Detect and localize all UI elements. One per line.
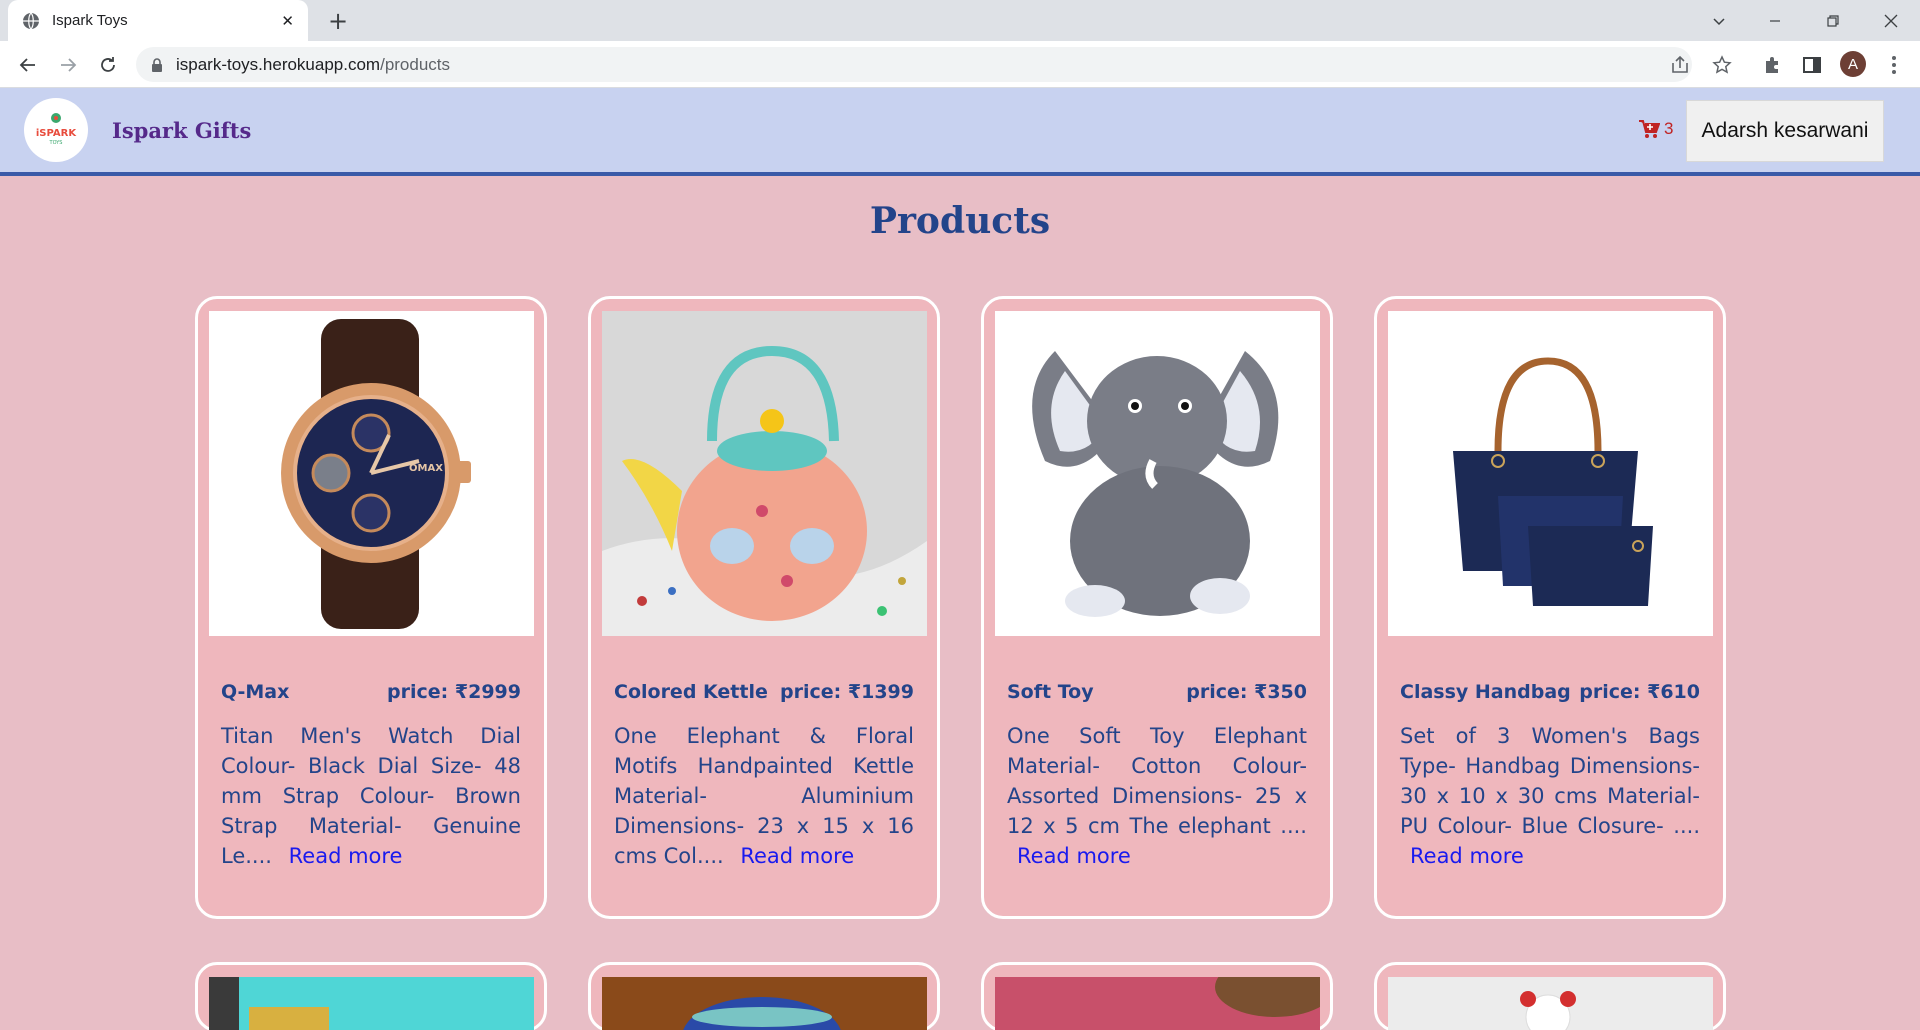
- restore-icon[interactable]: [1804, 0, 1862, 41]
- product-name: Q-Max: [221, 681, 290, 703]
- product-card: [1374, 962, 1726, 1030]
- read-more-link[interactable]: Read more: [740, 844, 854, 868]
- side-panel-icon[interactable]: [1800, 53, 1824, 77]
- close-window-icon[interactable]: [1862, 0, 1920, 41]
- brand-name[interactable]: Ispark Gifts: [112, 118, 251, 143]
- product-description: Titan Men's Watch Dial Colour- Black Dia…: [221, 724, 521, 868]
- product-image[interactable]: [209, 977, 534, 1030]
- bookmark-star-icon[interactable]: [1712, 55, 1734, 77]
- product-grid: OMAX Q-Max price: ₹2999 Titan Men's Watc…: [195, 296, 1726, 1030]
- svg-text:iSPARK: iSPARK: [36, 128, 77, 139]
- svg-text:TOYS: TOYS: [49, 140, 63, 146]
- product-description: Set of 3 Women's Bags Type- Handbag Dime…: [1400, 724, 1700, 868]
- browser-toolbar: ispark-toys.herokuapp.com/products: [0, 41, 1920, 88]
- browser-tab[interactable]: Ispark Toys ✕: [8, 0, 308, 41]
- forward-icon[interactable]: [52, 49, 84, 81]
- product-name: Colored Kettle: [614, 681, 768, 703]
- browser-menu-icon[interactable]: [1884, 54, 1904, 76]
- cart-icon: [1639, 120, 1660, 138]
- lock-icon[interactable]: [150, 57, 164, 72]
- read-more-link[interactable]: Read more: [1017, 844, 1131, 868]
- read-more-link[interactable]: Read more: [1410, 844, 1524, 868]
- user-menu-button[interactable]: Adarsh kesarwani: [1686, 100, 1884, 162]
- product-name: Soft Toy: [1007, 681, 1094, 703]
- product-image-watch[interactable]: OMAX: [209, 311, 534, 636]
- tab-title: Ispark Toys: [52, 12, 128, 29]
- product-image-elephant[interactable]: [995, 311, 1320, 636]
- product-price: price: ₹610: [1579, 681, 1700, 703]
- product-card: Classy Handbag price: ₹610 Set of 3 Wome…: [1374, 296, 1726, 919]
- product-card: OMAX Q-Max price: ₹2999 Titan Men's Watc…: [195, 296, 547, 919]
- url-text: ispark-toys.herokuapp.com/products: [176, 54, 451, 74]
- product-price: price: ₹2999: [387, 681, 521, 703]
- product-card: Soft Toy price: ₹350 One Soft Toy Elepha…: [981, 296, 1333, 919]
- share-icon[interactable]: [1670, 55, 1692, 77]
- product-description: One Elephant & Floral Motifs Handpainted…: [614, 724, 914, 868]
- read-more-link[interactable]: Read more: [289, 844, 403, 868]
- product-image-kettle[interactable]: [602, 311, 927, 636]
- product-card: Colored Kettle price: ₹1399 One Elephant…: [588, 296, 940, 919]
- brand-logo[interactable]: iSPARK TOYS: [24, 98, 88, 162]
- profile-avatar[interactable]: A: [1840, 51, 1866, 77]
- product-image[interactable]: [602, 977, 927, 1030]
- product-card: [588, 962, 940, 1030]
- site-header: iSPARK TOYS Ispark Gifts 3 Adarsh kesarw…: [0, 88, 1920, 176]
- back-icon[interactable]: [12, 49, 44, 81]
- product-image[interactable]: [995, 977, 1320, 1030]
- reload-icon[interactable]: [92, 49, 124, 81]
- page-title: Products: [869, 200, 1051, 242]
- product-price: price: ₹350: [1186, 681, 1307, 703]
- svg-text:OMAX: OMAX: [409, 463, 443, 474]
- globe-icon: [23, 12, 39, 29]
- tab-search-icon[interactable]: [1690, 0, 1748, 41]
- product-card: [195, 962, 547, 1030]
- minimize-icon[interactable]: [1746, 0, 1804, 41]
- product-name: Classy Handbag: [1400, 681, 1571, 703]
- extensions-icon[interactable]: [1760, 53, 1784, 77]
- product-card: [981, 962, 1333, 1030]
- cart-link[interactable]: 3: [1638, 118, 1673, 140]
- close-tab-icon[interactable]: ✕: [281, 12, 294, 30]
- cart-count: 3: [1664, 119, 1674, 138]
- product-description: One Soft Toy Elephant Material- Cotton C…: [1007, 724, 1307, 868]
- product-image-handbag[interactable]: [1388, 311, 1713, 636]
- new-tab-icon[interactable]: +: [324, 7, 352, 35]
- browser-tabstrip: Ispark Toys ✕ +: [0, 0, 1920, 41]
- address-bar[interactable]: ispark-toys.herokuapp.com/products: [136, 47, 1692, 82]
- product-price: price: ₹1399: [780, 681, 914, 703]
- product-image[interactable]: [1388, 977, 1713, 1030]
